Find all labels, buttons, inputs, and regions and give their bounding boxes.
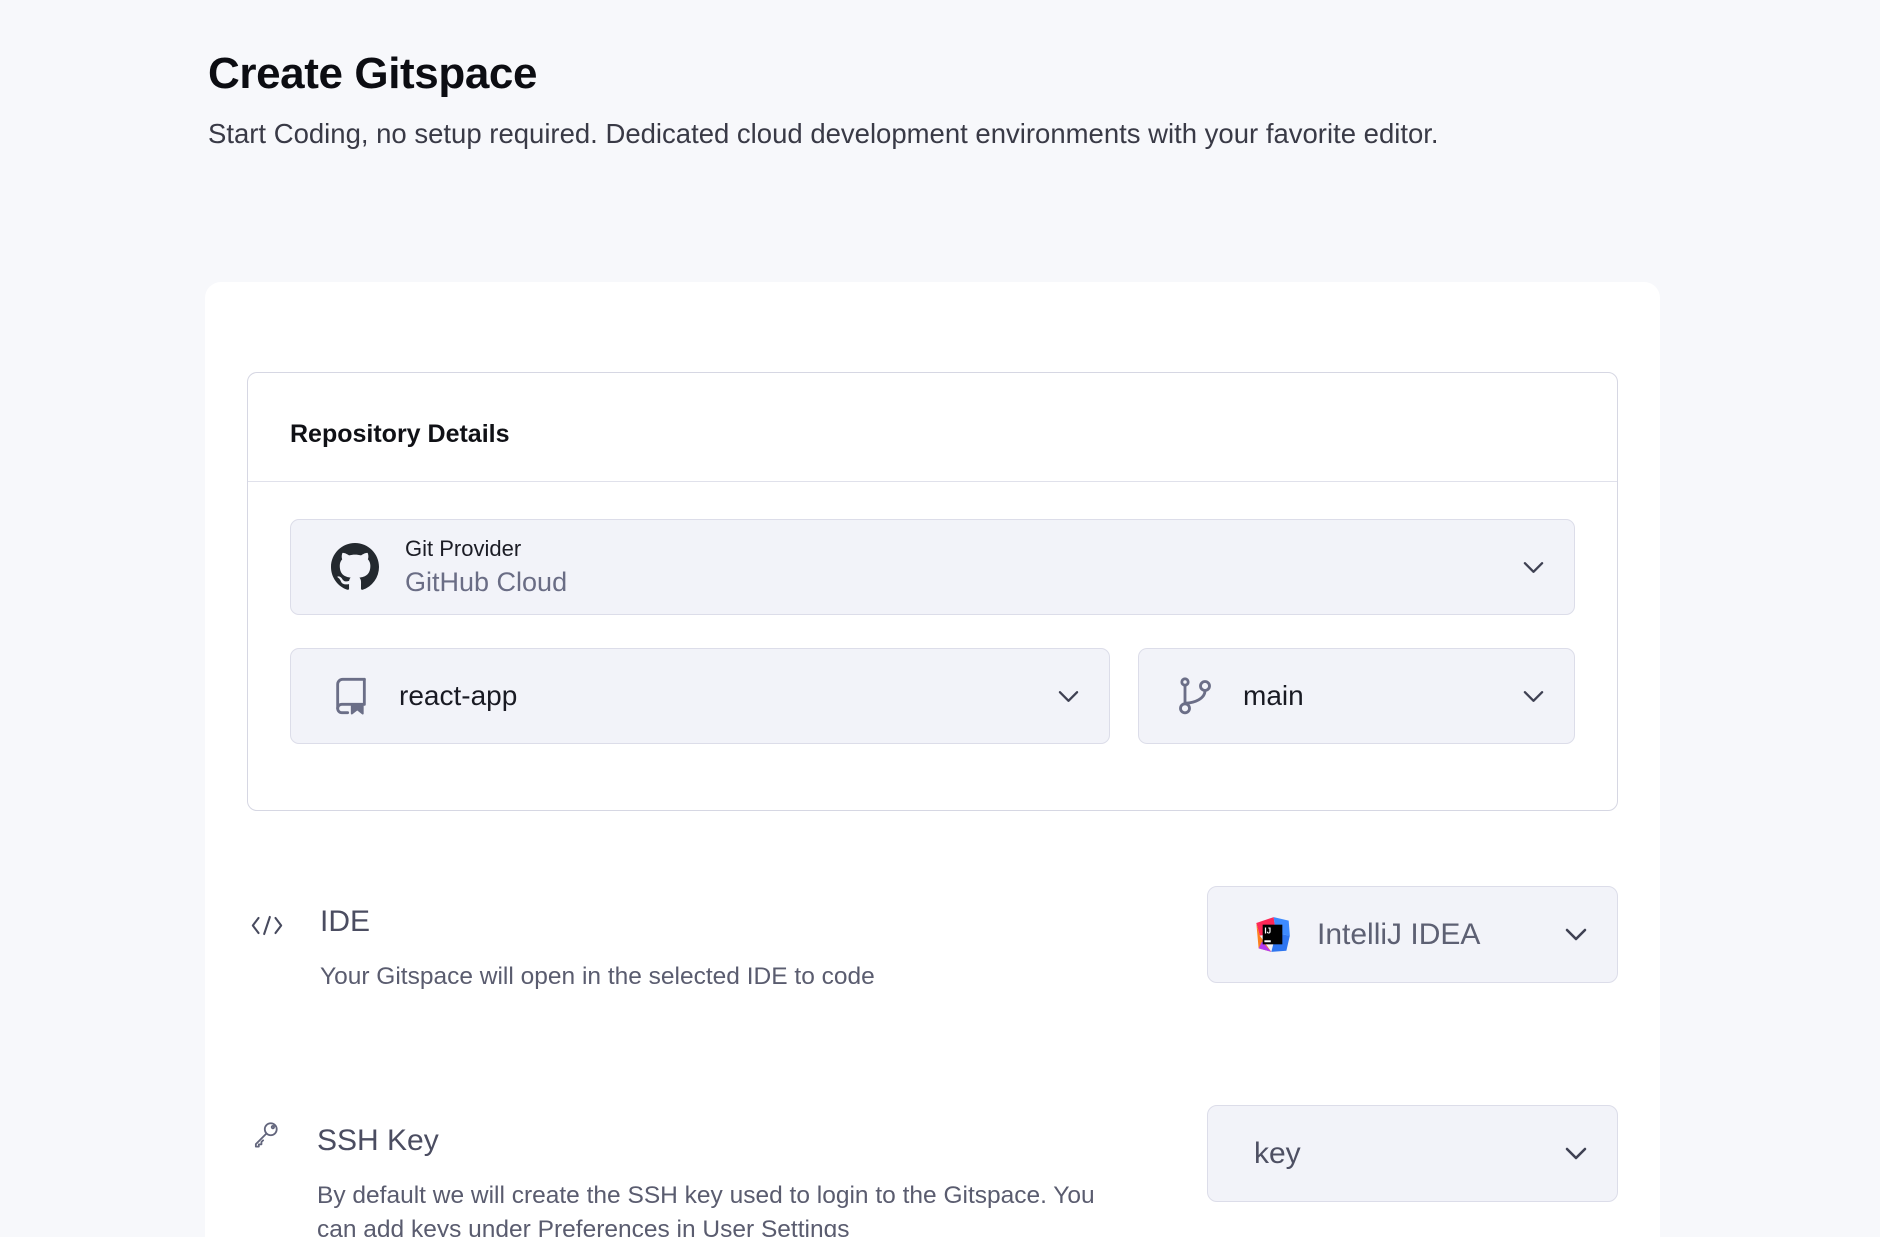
page-header: Create Gitspace Start Coding, no setup r… xyxy=(0,0,1880,153)
git-provider-text: Git Provider GitHub Cloud xyxy=(405,536,567,598)
branch-value: main xyxy=(1243,680,1304,712)
ssh-key-value: key xyxy=(1254,1137,1301,1171)
chevron-down-icon xyxy=(1523,561,1544,574)
ide-value: IntelliJ IDEA xyxy=(1317,918,1480,952)
ssh-key-setting-text: SSH Key By default we will create the SS… xyxy=(317,1123,1112,1240)
chevron-down-icon xyxy=(1565,928,1587,941)
branch-select[interactable]: main xyxy=(1138,648,1575,744)
svg-text:IJ: IJ xyxy=(1264,926,1271,935)
repository-details-body: Git Provider GitHub Cloud xyxy=(248,482,1617,810)
key-icon xyxy=(250,1119,281,1150)
chevron-down-icon xyxy=(1565,1147,1587,1160)
chevron-down-icon xyxy=(1058,690,1079,703)
repository-details-title: Repository Details xyxy=(290,419,1575,449)
git-provider-value: GitHub Cloud xyxy=(405,567,567,598)
repository-select[interactable]: react-app xyxy=(290,648,1110,744)
ssh-key-select[interactable]: key xyxy=(1207,1105,1618,1202)
repository-details-header: Repository Details xyxy=(248,373,1617,482)
repo-branch-row: react-app xyxy=(290,648,1575,744)
code-icon xyxy=(250,914,284,937)
ssh-key-label: SSH Key xyxy=(317,1123,1112,1159)
git-branch-icon xyxy=(1175,674,1215,718)
git-provider-select[interactable]: Git Provider GitHub Cloud xyxy=(290,519,1575,615)
ide-setting-row: IDE Your Gitspace will open in the selec… xyxy=(247,886,1618,994)
git-provider-label: Git Provider xyxy=(405,536,567,562)
repository-value: react-app xyxy=(399,680,517,712)
repository-icon xyxy=(331,674,371,718)
intellij-idea-icon: IJ xyxy=(1254,916,1291,953)
chevron-down-icon xyxy=(1523,690,1544,703)
gitspace-form-panel: Repository Details Git Provider GitHub C… xyxy=(205,282,1660,1240)
page-title: Create Gitspace xyxy=(208,48,1660,101)
repository-details-card: Repository Details Git Provider GitHub C… xyxy=(247,372,1618,811)
create-gitspace-page: Create Gitspace Start Coding, no setup r… xyxy=(0,0,1880,1240)
ide-description: Your Gitspace will open in the selected … xyxy=(320,960,875,994)
github-icon xyxy=(331,543,379,591)
ide-setting-text: IDE Your Gitspace will open in the selec… xyxy=(320,904,875,994)
ssh-key-setting-row: SSH Key By default we will create the SS… xyxy=(247,1105,1618,1240)
ide-label: IDE xyxy=(320,904,875,940)
ide-select[interactable]: IJ IntelliJ IDEA xyxy=(1207,886,1618,983)
ssh-key-description: By default we will create the SSH key us… xyxy=(317,1179,1112,1240)
page-subtitle: Start Coding, no setup required. Dedicat… xyxy=(208,115,1660,153)
